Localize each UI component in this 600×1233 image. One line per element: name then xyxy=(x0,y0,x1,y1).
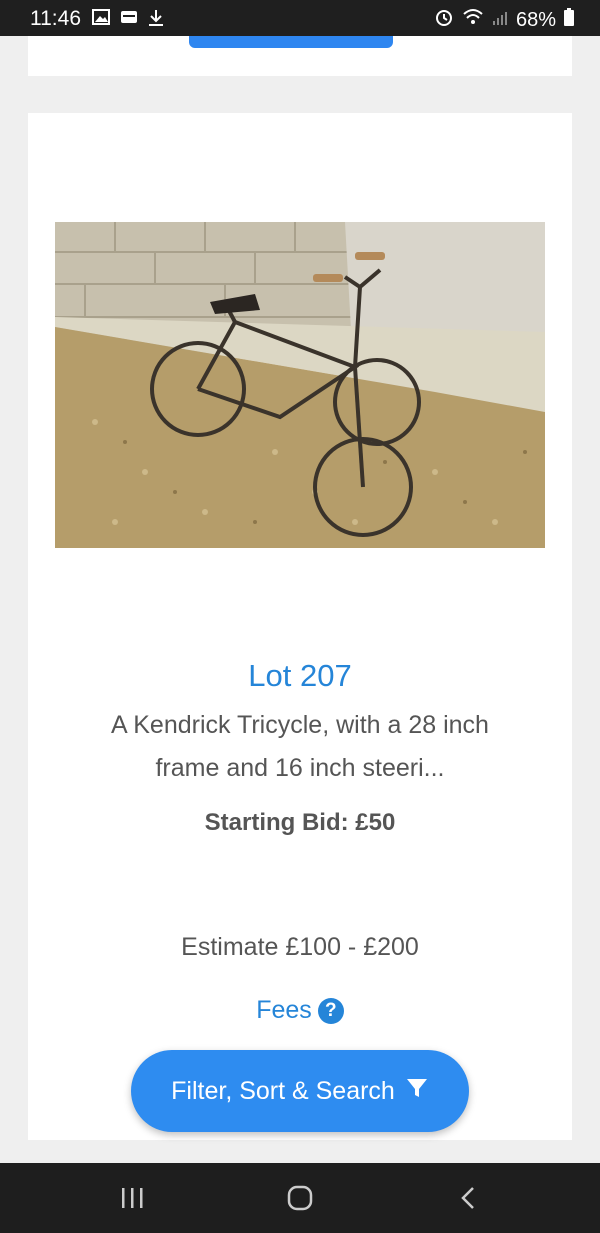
image-icon xyxy=(92,9,110,32)
recent-apps-button[interactable] xyxy=(92,1163,172,1233)
starting-bid: Starting Bid: £50 xyxy=(204,809,396,836)
previous-lot-card xyxy=(28,36,572,76)
wifi-icon xyxy=(462,8,484,32)
download-icon xyxy=(148,9,164,32)
lot-photo[interactable] xyxy=(55,222,545,548)
system-nav-bar xyxy=(0,1163,600,1233)
back-icon xyxy=(461,1187,474,1209)
status-time: 11:46 xyxy=(30,7,81,30)
battery-icon xyxy=(564,8,574,32)
estimate: Estimate £100 - £200 xyxy=(181,933,419,961)
lot-description: A Kendrick Tricycle, with a 28 inch fram… xyxy=(111,711,489,782)
back-button[interactable] xyxy=(428,1163,508,1233)
wallet-icon xyxy=(120,9,138,32)
home-button[interactable] xyxy=(260,1163,340,1233)
question-circle-icon[interactable]: ? xyxy=(317,997,344,1024)
signal-icon xyxy=(492,9,508,32)
filter-sort-search-button[interactable]: Filter, Sort & Search xyxy=(131,1050,469,1132)
fees-link[interactable]: Fees ? xyxy=(28,996,572,1025)
recent-apps-icon xyxy=(122,1188,143,1208)
lot-title[interactable]: Lot 207 xyxy=(28,658,572,694)
previous-lot-button[interactable] xyxy=(189,36,393,48)
alarm-icon xyxy=(434,7,454,33)
filter-button-label: Filter, Sort & Search xyxy=(171,1076,395,1105)
home-icon xyxy=(287,1185,313,1211)
filter-icon xyxy=(405,1076,429,1107)
status-bar: 11:46 68% xyxy=(0,0,600,36)
fees-label[interactable]: Fees xyxy=(256,996,312,1025)
lot-card[interactable]: Lot 207 A Kendrick Tricycle, with a 28 i… xyxy=(28,113,572,1140)
battery-percent: 68% xyxy=(515,8,556,31)
